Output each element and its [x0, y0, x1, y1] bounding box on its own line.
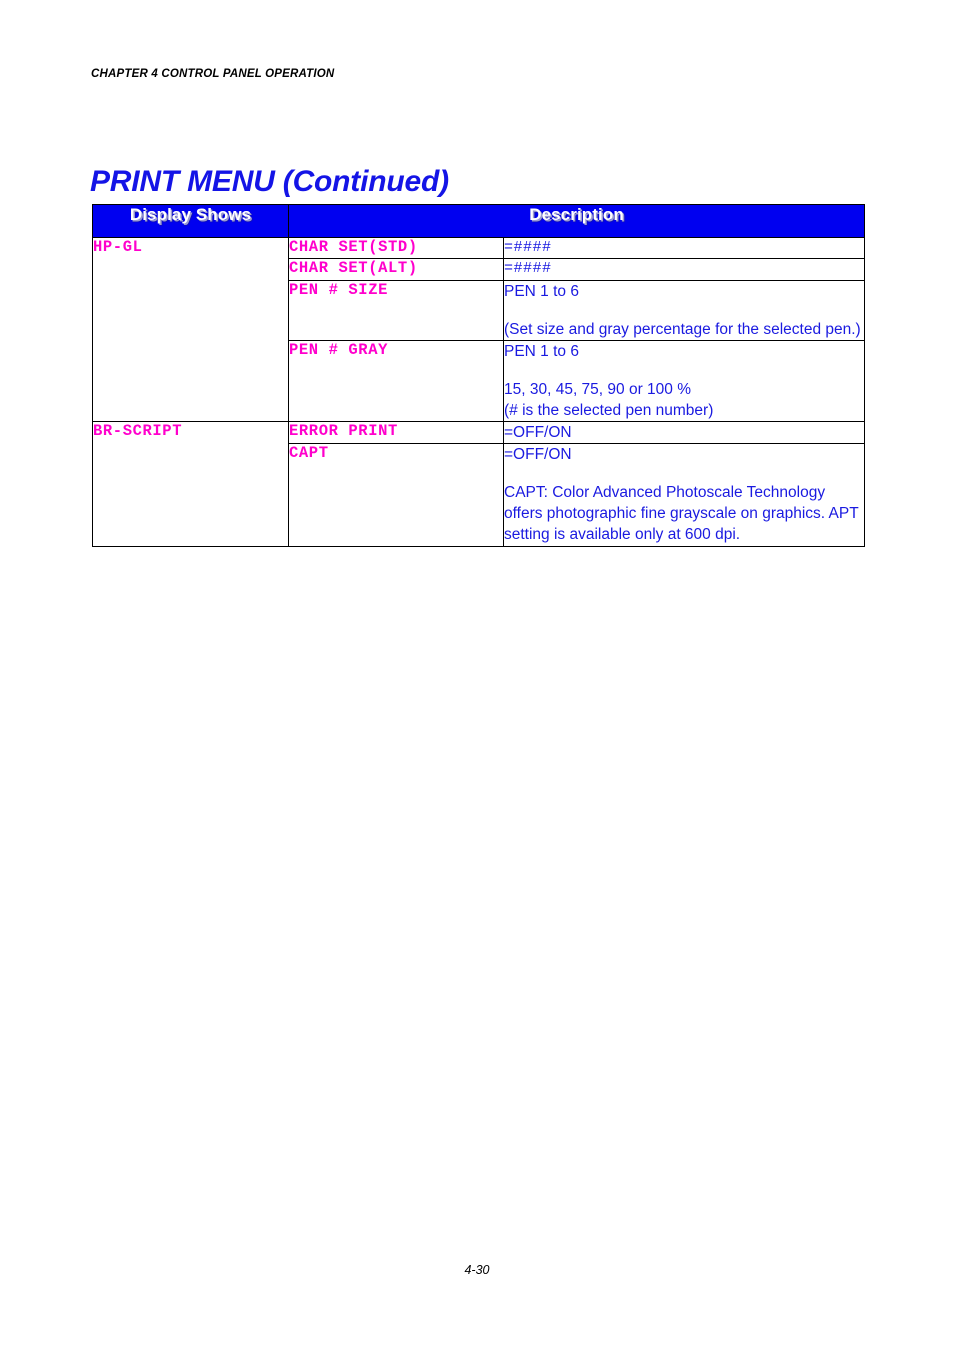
setting-note-pen-gray: 15, 30, 45, 75, 90 or 100 % (# is the se… — [504, 381, 714, 420]
setting-description-cell: PEN 1 to 6 15, 30, 45, 75, 90 or 100 % (… — [503, 339, 865, 423]
setting-key-pen-gray: PEN # GRAY — [289, 340, 389, 359]
column-header-display-shows-label: Display Shows — [129, 205, 252, 224]
table-header-row: Display Shows Description — [92, 204, 865, 238]
setting-key-pen-size: PEN # SIZE — [289, 280, 389, 299]
setting-key-cell: PEN # GRAY — [288, 339, 504, 423]
print-menu-table: Display Shows Description HP-GL CHAR SET… — [92, 204, 865, 547]
setting-key-cell: CHAR SET(STD) — [288, 236, 504, 260]
setting-key-cell: PEN # SIZE — [288, 279, 504, 341]
page-number: 4-30 — [464, 1263, 490, 1277]
chapter-running-header: CHAPTER 4 CONTROL PANEL OPERATION — [91, 68, 335, 80]
setting-note-capt: CAPT: Color Advanced Photoscale Technolo… — [504, 484, 859, 544]
column-header-description-label: Description — [529, 205, 624, 224]
setting-value-pen-size-range: PEN 1 to 6 — [504, 282, 579, 300]
table-row: BR-SCRIPT ERROR PRINT =OFF/ON — [92, 421, 865, 547]
column-header-display-shows: Display Shows — [92, 204, 289, 238]
group-label-hp-gl: HP-GL — [93, 238, 143, 256]
document-page: CHAPTER 4 CONTROL PANEL OPERATION PRINT … — [0, 0, 954, 1351]
setting-description-cell: =OFF/ON CAPT: Color Advanced Photoscale … — [503, 443, 865, 547]
setting-key-char-set-std: CHAR SET(STD) — [289, 238, 418, 256]
group-label-br-script: BR-SCRIPT — [93, 422, 183, 441]
setting-value-char-set-alt: =#### — [504, 260, 552, 278]
setting-key-cell: ERROR PRINT — [288, 421, 504, 445]
setting-key-cell: CHAR SET(ALT) — [288, 258, 504, 281]
setting-value-capt: =OFF/ON — [504, 446, 572, 464]
table-row: HP-GL CHAR SET(STD) =#### — [92, 236, 865, 423]
page-title: PRINT MENU (Continued) — [90, 165, 449, 199]
setting-key-cell: CAPT — [288, 443, 504, 547]
column-header-description: Description — [288, 204, 865, 238]
setting-note-pen-size: (Set size and gray percentage for the se… — [504, 320, 861, 338]
setting-description-cell: =OFF/ON — [503, 421, 865, 445]
setting-value-error-print: =OFF/ON — [504, 424, 572, 442]
group-label-cell-br-script: BR-SCRIPT — [92, 421, 289, 547]
setting-description-cell: =#### — [503, 258, 865, 281]
group-label-cell-hp-gl: HP-GL — [92, 236, 289, 423]
setting-key-capt: CAPT — [289, 444, 329, 463]
setting-value-char-set-std: =#### — [504, 239, 552, 256]
setting-key-char-set-alt: CHAR SET(ALT) — [289, 259, 418, 278]
setting-description-cell: PEN 1 to 6 (Set size and gray percentage… — [503, 279, 865, 341]
setting-key-error-print: ERROR PRINT — [289, 422, 398, 441]
setting-description-cell: =#### — [503, 236, 865, 260]
setting-value-pen-gray-range: PEN 1 to 6 — [504, 342, 579, 360]
